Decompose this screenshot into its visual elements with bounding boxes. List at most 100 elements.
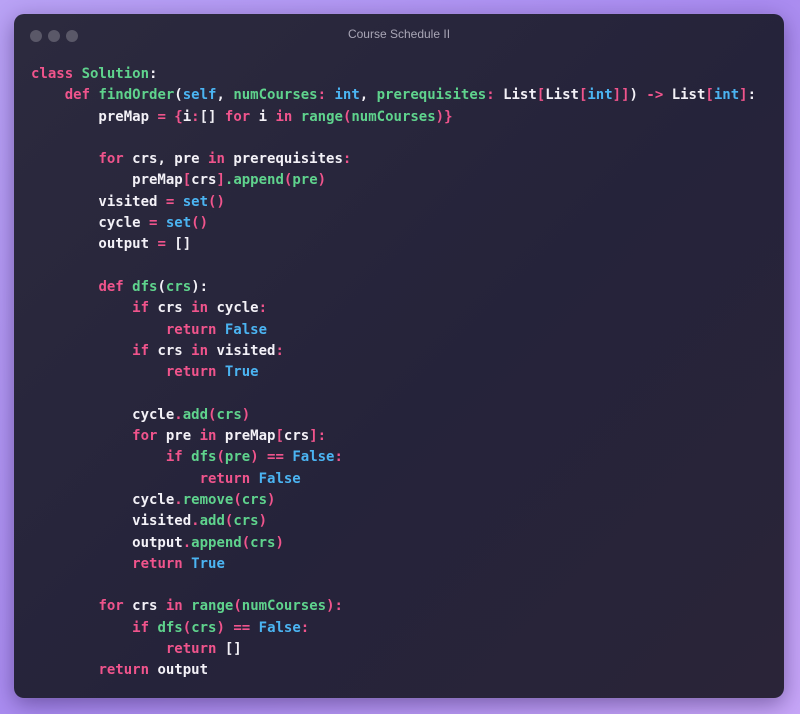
code-token: ]: (309, 428, 327, 445)
code-token: crs (165, 278, 192, 295)
code-token: for (98, 151, 133, 168)
code-line: preMap[crs].append(pre) (31, 170, 756, 191)
code-token: ( (233, 491, 242, 508)
code-token: dfs (157, 619, 183, 636)
code-token: self (182, 87, 217, 104)
code-line: def findOrder(self, numCourses: int, pre… (31, 85, 756, 106)
code-token: pre (165, 428, 200, 445)
code-token: True (191, 555, 225, 572)
code-token: False (224, 321, 268, 338)
code-line: return [] (31, 639, 756, 660)
code-token: preMap (31, 108, 158, 125)
code-token: in (165, 598, 192, 615)
code-token: ( (157, 278, 166, 295)
code-token: crs (283, 428, 310, 445)
code-token: = (149, 215, 166, 232)
code-token: output (157, 662, 209, 679)
code-token: def (98, 278, 133, 295)
code-token: : (342, 151, 352, 168)
code-token: ) (317, 172, 327, 189)
code-window: Course Schedule II class Solution: def f… (14, 14, 784, 698)
code-token: { (174, 108, 183, 125)
code-token: () (191, 215, 209, 232)
code-token: for (224, 108, 259, 125)
code-line: return output (31, 660, 756, 681)
code-line: for crs, pre in prerequisites: (31, 149, 756, 170)
code-token: in (199, 428, 225, 445)
code-token: : (334, 449, 343, 466)
code-token: remove (182, 491, 234, 508)
code-token: crs (216, 406, 242, 423)
code-token: visited (31, 513, 192, 530)
code-token: [ (275, 428, 284, 445)
code-token: ]] (612, 87, 630, 104)
code-line: return False (31, 469, 756, 490)
code-token: ) (629, 87, 647, 104)
code-token: output (31, 236, 158, 253)
code-token: : (191, 108, 200, 125)
code-token: ( (174, 87, 183, 104)
code-token: : (486, 87, 504, 104)
code-line: cycle.remove(crs) (31, 490, 756, 511)
code-token: range (191, 598, 234, 615)
code-token: [ (536, 87, 546, 104)
code-token: numCourses (233, 87, 318, 104)
code-token: , (216, 87, 234, 104)
code-token: ( (241, 534, 251, 551)
code-token: Solution (81, 66, 150, 82)
code-token: return (132, 555, 192, 572)
code-token: numCourses (351, 108, 436, 125)
code-token: == (233, 619, 259, 636)
code-line: for pre in preMap[crs]: (31, 426, 756, 447)
code-token: ) (267, 491, 276, 508)
code-token: pre (292, 172, 318, 189)
code-token: : (275, 342, 284, 359)
code-token: int (587, 87, 613, 104)
code-token: = (165, 193, 183, 210)
code-token: def (64, 87, 99, 104)
code-token: crs (132, 598, 166, 615)
code-token: = (157, 108, 175, 125)
code-token: if (132, 300, 158, 317)
code-token: i (182, 108, 192, 125)
code-token: in (191, 300, 217, 317)
code-line: visited = set() (31, 192, 756, 213)
code-token: True (224, 364, 259, 381)
code-token: crs (157, 342, 192, 359)
code-token: . (182, 534, 192, 551)
code-token: pre (224, 449, 251, 466)
code-line: class Solution: (31, 64, 756, 85)
code-line: cycle = set() (31, 213, 756, 234)
code-token: range (300, 108, 343, 125)
code-token: ) (241, 406, 251, 423)
code-line: return True (31, 362, 756, 383)
code-token: for (98, 598, 133, 615)
code-token: List (671, 87, 706, 104)
code-token: in (275, 108, 301, 125)
code-token: if (132, 342, 158, 359)
code-token: ) (216, 619, 234, 636)
code-token: ): (191, 278, 209, 295)
code-line: output = [] (31, 234, 756, 255)
code-token: cycle (31, 491, 175, 508)
code-token: [] (174, 236, 192, 253)
code-token: prerequisites (233, 151, 343, 168)
code-token: False (258, 619, 301, 636)
code-token: prerequisites (376, 87, 487, 104)
code-token: ) (250, 449, 268, 466)
code-token: cycle (31, 215, 150, 232)
code-token: crs (233, 513, 259, 530)
code-token: output (31, 534, 183, 551)
